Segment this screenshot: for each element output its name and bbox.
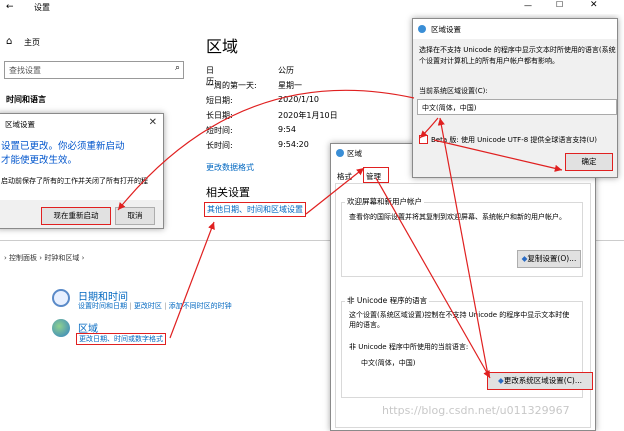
minimize-icon[interactable]: — xyxy=(524,1,532,10)
locale-select-value: 中文(简体，中国) xyxy=(422,104,477,112)
cancel-button[interactable]: 取消 xyxy=(115,207,155,225)
search-input[interactable]: 查找设置 ⌕ xyxy=(4,61,184,79)
region-dialog: 区域 格式 管理 欢迎屏幕和新用户帐户 查看你的国际设置并将其复制到欢迎屏幕、系… xyxy=(330,143,596,431)
close-icon[interactable]: ✕ xyxy=(149,117,157,128)
restart-sub-message: 启动前保存了所有的工作并关闭了所有打开的程 xyxy=(1,177,148,185)
change-system-locale-label: 更改系统区域设置(C)... xyxy=(503,376,583,385)
home-icon: ⌂ xyxy=(6,36,13,47)
search-icon: ⌕ xyxy=(174,63,180,73)
arrow-icon: › xyxy=(4,254,7,262)
home-link[interactable]: 主页 xyxy=(24,37,40,48)
region-settings-title: 区域设置 xyxy=(431,25,461,34)
restart-message: 设置已更改。你必须重新启动 才能使更改生效。 xyxy=(1,140,125,168)
region-settings-icon xyxy=(418,25,426,33)
region-change-link[interactable]: 更改日期、时间或数字格式 xyxy=(76,333,166,345)
breadcrumb: › 控制面板 › 时钟和区域 › xyxy=(4,253,84,263)
nonunicode-legend: 非 Unicode 程序的语言 xyxy=(345,295,430,306)
region-dialog-title: 区域 xyxy=(347,149,362,158)
category-label: 时间和语言 xyxy=(6,95,46,104)
region-dialog-icon xyxy=(336,149,344,157)
restart-dialog: 区域设置 ✕ 设置已更改。你必须重新启动 才能使更改生效。 启动前保存了所有的工… xyxy=(0,113,164,229)
watermark: https://blog.csdn.net/u011329967 xyxy=(382,404,570,417)
ok-button[interactable]: 确定 xyxy=(565,153,613,171)
change-timezone-link[interactable]: 更改时区 xyxy=(134,302,162,310)
search-placeholder: 查找设置 xyxy=(9,66,41,75)
current-language-value: 中文(简体，中国) xyxy=(361,359,416,367)
beta-checkbox[interactable] xyxy=(419,135,428,144)
nonunicode-text: 这个设置(系统区域设置)控制在不支持 Unicode 的程序中显示文本时使用的语… xyxy=(349,311,570,329)
maximize-icon[interactable]: ☐ xyxy=(556,0,563,9)
description-line2: 个设置对计算机上的所有用户帐户都有影响。 xyxy=(419,57,559,65)
restart-dialog-title: 区域设置 xyxy=(5,120,35,129)
set-time-link[interactable]: 设置时间和日期 xyxy=(78,302,127,310)
restart-now-button[interactable]: 现在重新启动 xyxy=(41,207,111,225)
current-language-label: 非 Unicode 程序中所使用的当前语言: xyxy=(349,343,469,351)
chevron-icon: › xyxy=(81,254,85,262)
settings-title: 设置 xyxy=(34,3,50,12)
description-line1: 选择在不支持 Unicode 的程序中显示文本时所使用的语言(系统 xyxy=(419,46,616,54)
back-icon[interactable]: ← xyxy=(6,2,14,12)
clock-icon xyxy=(52,289,70,307)
globe-icon xyxy=(52,319,70,337)
tab-formats[interactable]: 格式 xyxy=(337,171,352,182)
close-icon[interactable]: ✕ xyxy=(590,0,598,10)
region-settings-dialog: 区域设置 选择在不支持 Unicode 的程序中显示文本时所使用的语言(系统 个… xyxy=(412,18,618,178)
welcome-text: 查看你的国际设置并将其复制到欢迎屏幕、系统帐户和新的用户帐户。 xyxy=(349,213,566,221)
chevron-icon: › xyxy=(39,254,43,262)
breadcrumb-item[interactable]: 控制面板 xyxy=(9,254,37,262)
change-format-link[interactable]: 更改数据格式 xyxy=(206,162,254,173)
title-bar: 区域设置 xyxy=(413,19,617,39)
related-settings-heading: 相关设置 xyxy=(206,186,250,199)
change-system-locale-button[interactable]: ◆更改系统区域设置(C)... xyxy=(487,372,593,390)
copy-settings-button[interactable]: ◆复制设置(O)... xyxy=(517,250,581,268)
add-clock-link[interactable]: 添加不同时区的时钟 xyxy=(169,302,232,310)
window-controls: — ☐ ✕ xyxy=(520,0,624,14)
restart-message-line2: 才能使更改生效。 xyxy=(1,155,78,166)
restart-message-line1: 设置已更改。你必须重新启动 xyxy=(1,141,125,152)
breadcrumb-item[interactable]: 时钟和区域 xyxy=(44,254,79,262)
datetime-links: 设置时间和日期 | 更改时区 | 添加不同时区的时钟 xyxy=(78,302,232,310)
locale-select[interactable]: 中文(简体，中国) xyxy=(417,99,617,115)
tab-administrative[interactable]: 管理 xyxy=(363,167,389,183)
page-title: 区域 xyxy=(206,37,239,56)
region-settings-description: 选择在不支持 Unicode 的程序中显示文本时所使用的语言(系统 个设置对计算… xyxy=(419,45,617,67)
related-settings-link[interactable]: 其他日期、时间和区域设置 xyxy=(204,202,306,217)
copy-settings-label: 复制设置(O)... xyxy=(527,254,577,263)
welcome-legend: 欢迎屏幕和新用户帐户 xyxy=(345,196,424,207)
current-locale-label: 当前系统区域设置(C): xyxy=(419,87,488,95)
beta-label: Beta 版: 使用 Unicode UTF-8 提供全球语言支持(U) xyxy=(431,136,598,144)
